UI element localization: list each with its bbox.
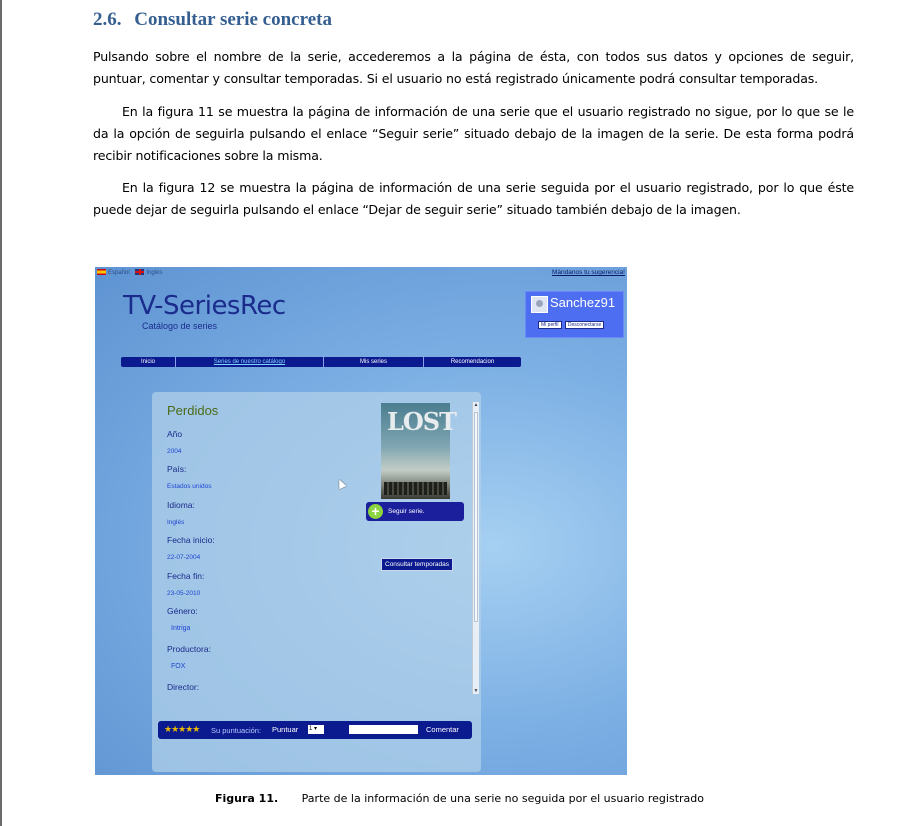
- star-rating-icon: ★★★★★: [164, 724, 200, 734]
- seasons-button[interactable]: Consultar temporadas: [381, 558, 453, 571]
- follow-label: Seguir serie.: [388, 508, 425, 515]
- caption-text: Parte de la información de una serie no …: [301, 792, 704, 805]
- scroll-thumb[interactable]: [474, 412, 478, 622]
- paragraph-3: En la figura 12 se muestra la página de …: [93, 180, 854, 217]
- field-label: Idioma:: [167, 500, 195, 510]
- paragraph-2: En la figura 11 se muestra la página de …: [93, 104, 854, 163]
- comment-input[interactable]: [349, 725, 418, 734]
- rating-select[interactable]: 1 ▾: [308, 725, 324, 734]
- plus-icon: +: [368, 504, 383, 519]
- site-tagline: Catálogo de series: [142, 321, 218, 331]
- field-year: Año 2004: [167, 429, 182, 455]
- field-director: Director:: [167, 682, 199, 692]
- field-label: Año: [167, 429, 183, 439]
- comment-button[interactable]: Comentar: [426, 725, 459, 734]
- follow-series-button[interactable]: + Seguir serie.: [366, 502, 464, 521]
- nav-my-series[interactable]: Mis series: [324, 357, 424, 367]
- field-value: 22-07-2004: [167, 554, 201, 561]
- field-end-date: Fecha fin: 23-05-2010: [167, 571, 204, 597]
- field-value: Intriga: [171, 625, 191, 632]
- field-value: Inglés: [167, 519, 185, 526]
- scroll-down-icon[interactable]: ▼: [473, 688, 479, 694]
- figure-screenshot: Español Inglés Mándanos tu sugerencia! T…: [95, 267, 627, 775]
- score-label: Su puntuación:: [211, 726, 262, 735]
- field-language: Idioma: Inglés: [167, 500, 195, 526]
- poster-crowd: [384, 482, 447, 495]
- field-label: Fecha inicio:: [167, 535, 215, 545]
- field-value: 23-05-2010: [167, 590, 201, 597]
- user-links: Mi perfil Desconectarse: [538, 321, 606, 329]
- field-producer: Productora: FOX: [167, 644, 211, 670]
- field-country: País: Estados unidos: [167, 464, 211, 490]
- uk-flag-icon: [135, 269, 145, 275]
- field-value: 2004: [167, 448, 182, 455]
- spain-flag-icon: [97, 269, 106, 275]
- field-label: Director:: [167, 682, 200, 692]
- section-heading: 2.6. Consultar serie concreta: [93, 9, 332, 31]
- site-logo[interactable]: TV-SeriesRec: [123, 291, 286, 321]
- language-bar: Español Inglés: [97, 269, 166, 276]
- field-label: Fecha fin:: [167, 571, 205, 581]
- user-panel: Sanchez91 Mi perfil Desconectarse: [525, 291, 624, 338]
- nav-home[interactable]: Inicio: [121, 357, 176, 367]
- language-spanish[interactable]: Español: [97, 269, 130, 276]
- field-label: Género:: [167, 606, 198, 616]
- field-label: País:: [167, 464, 187, 474]
- scroll-up-icon[interactable]: ▲: [473, 402, 479, 408]
- chevron-down-icon: ▾: [312, 726, 318, 732]
- user-avatar-icon: [531, 296, 548, 313]
- series-panel: Perdidos Año 2004 País: Estados unidos I…: [152, 392, 481, 772]
- section-title: Consultar serie concreta: [134, 9, 332, 30]
- field-start-date: Fecha inicio: 22-07-2004: [167, 535, 215, 561]
- series-title: Perdidos: [167, 403, 219, 418]
- page-border: [0, 0, 2, 826]
- field-value: FOX: [171, 663, 186, 670]
- rating-bar: ★★★★★ Su puntuación: Puntuar 1 ▾ Comenta…: [158, 721, 472, 739]
- figure-caption: Figura 11. Parte de la información de un…: [0, 792, 919, 805]
- rate-label: Puntuar: [272, 725, 299, 734]
- profile-link[interactable]: Mi perfil: [538, 321, 562, 329]
- field-value: Estados unidos: [167, 483, 212, 490]
- section-number: 2.6.: [93, 9, 122, 30]
- poster-title: LOST: [387, 407, 457, 436]
- scrollbar[interactable]: ▲ ▼: [472, 402, 479, 694]
- suggestion-link[interactable]: Mándanos tu sugerencia!: [552, 269, 625, 276]
- nav-catalog[interactable]: Series de nuestro catálogo: [176, 357, 324, 367]
- username: Sanchez91: [550, 295, 616, 310]
- field-label: Productora:: [167, 644, 211, 654]
- paragraph-1: Pulsando sobre el nombre de la serie, ac…: [93, 49, 854, 86]
- logout-link[interactable]: Desconectarse: [564, 321, 605, 329]
- field-genre: Género: Intriga: [167, 606, 198, 632]
- main-nav: Inicio Series de nuestro catálogo Mis se…: [121, 357, 521, 367]
- language-english[interactable]: Inglés: [135, 269, 162, 276]
- nav-recommendation[interactable]: Recomendacion: [424, 357, 521, 367]
- caption-label: Figura 11.: [215, 792, 279, 805]
- series-poster: LOST: [381, 403, 457, 499]
